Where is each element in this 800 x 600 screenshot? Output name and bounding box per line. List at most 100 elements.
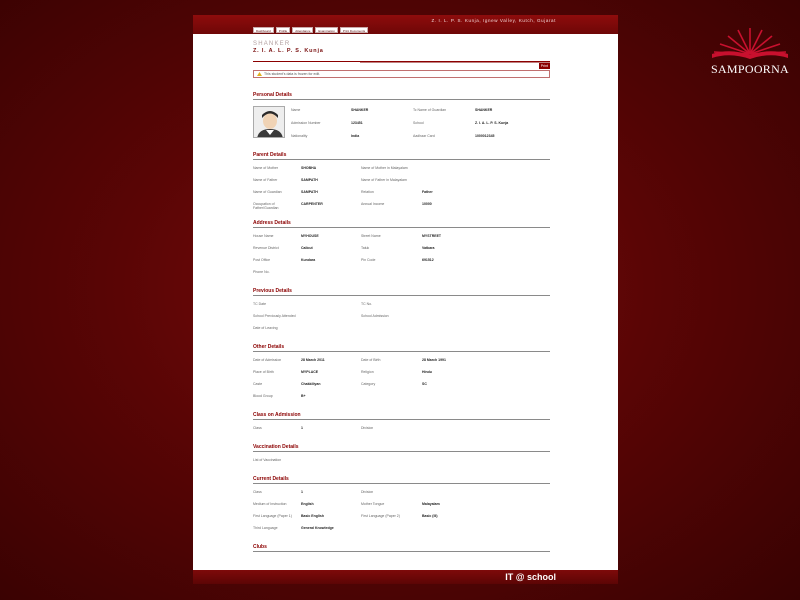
student-school-heading: Z. I. A. L. P. S. Kunja xyxy=(253,48,324,54)
field-value xyxy=(422,302,492,306)
field-label: Tc Name of Guardian xyxy=(413,108,447,112)
field-label: Occupation of Father/Guardian xyxy=(253,202,279,210)
section-title-previous: Previous Details xyxy=(253,288,550,296)
field-label: Name of Father in Malayalam xyxy=(361,178,407,182)
field-label: Caste xyxy=(253,382,263,386)
field-label: Name of Mother xyxy=(253,166,279,170)
field-label xyxy=(361,458,422,462)
footer-brand: IT @ school xyxy=(505,572,556,582)
frozen-notice: This student's data is frozen for edit. xyxy=(253,70,550,78)
field-label: Date of Admission xyxy=(253,358,282,362)
field-value: Kundara xyxy=(301,258,316,262)
field-value: 123451 xyxy=(351,121,363,125)
vaccination-grid: List of Vaccination xyxy=(253,458,550,462)
student-avatar-icon xyxy=(254,107,284,137)
field-label: Medium of Instruction xyxy=(253,502,287,506)
field-value: MYSTREET xyxy=(422,234,442,238)
field-value: 691512 xyxy=(422,258,434,262)
heading-divider: Print xyxy=(253,61,550,69)
field-value: 1 xyxy=(301,426,303,430)
field-value: MYPLACE xyxy=(301,370,319,374)
field-label: House Name xyxy=(253,234,274,238)
field-value xyxy=(422,270,492,274)
section-title-personal: Personal Details xyxy=(253,92,550,100)
nav-tabs: Dashboard Profile Attendance Examination… xyxy=(253,27,369,33)
field-value xyxy=(422,314,492,318)
field-label xyxy=(361,326,422,330)
field-value: 28 March 1991 xyxy=(422,358,446,362)
field-label: Admission Number xyxy=(291,121,321,125)
notice-text: This student's data is frozen for edit. xyxy=(264,72,321,76)
field-label: Aadhaar Card xyxy=(413,134,435,138)
field-value xyxy=(301,326,361,330)
top-bar: Z. I. L. P. S. Kunja, Ignew Valley, Kutc… xyxy=(193,15,618,34)
section-title-parent: Parent Details xyxy=(253,152,550,160)
tab-examination[interactable]: Examination xyxy=(315,27,338,33)
section-title-address: Address Details xyxy=(253,220,550,228)
field-label: Street Name xyxy=(361,234,381,238)
field-value: 1000012345 xyxy=(475,134,495,138)
field-label: Mother Tongue xyxy=(361,502,385,506)
field-value: B+ xyxy=(301,394,306,398)
field-label: Relation xyxy=(361,190,374,194)
address-grid: House Name MYHOUSE Street Name MYSTREET Reve… xyxy=(253,234,550,274)
field-value: SAMPATH xyxy=(301,178,318,182)
section-title-current: Current Details xyxy=(253,476,550,484)
field-value: General Knowledge xyxy=(301,526,334,530)
field-value xyxy=(422,426,492,430)
field-value xyxy=(422,166,492,170)
field-value: Z. I. A. L. P. S. Kunja xyxy=(475,121,509,125)
tab-profile[interactable]: Profile xyxy=(275,27,291,33)
section-title-clubs: Clubs xyxy=(253,544,550,552)
field-value: SHANKER xyxy=(475,108,493,112)
field-value: Father xyxy=(422,190,433,194)
field-label: Class xyxy=(253,490,262,494)
personal-grid: Name SHANKER Tc Name of Guardian SHANKER Adm… xyxy=(291,108,535,138)
section-title-other: Other Details xyxy=(253,344,550,352)
field-value: SC xyxy=(422,382,427,386)
field-value: MYHOUSE xyxy=(301,234,319,238)
field-label: First Language (Paper 1) xyxy=(253,514,292,518)
field-label: Blood Group xyxy=(253,394,273,398)
field-label: Name of Guardian xyxy=(253,190,282,194)
tab-print-documents[interactable]: Print Documents xyxy=(339,27,369,33)
field-label: Annual Income xyxy=(361,202,385,206)
previous-grid: TC Date TC No. School Previously Attended S… xyxy=(253,302,550,330)
section-title-class-admission: Class on Admission xyxy=(253,412,550,420)
field-label: Taluk xyxy=(361,246,370,250)
field-label: Division xyxy=(361,426,374,430)
field-label: School Admission xyxy=(361,314,389,318)
field-label: Nationality xyxy=(291,134,308,138)
field-label: Name xyxy=(291,108,301,112)
tab-dashboard[interactable]: Dashboard xyxy=(253,27,274,33)
brand-logo-text: SAMPOORNA xyxy=(710,62,790,76)
field-value: 28 March 2011 xyxy=(301,358,325,362)
footer-bar: IT @ school xyxy=(193,570,618,584)
field-label: First Language (Paper 2) xyxy=(361,514,400,518)
field-label: Place of Birth xyxy=(253,370,274,374)
field-value: SHOBHA xyxy=(301,166,317,170)
field-value xyxy=(422,326,492,330)
field-label: TC No. xyxy=(361,302,373,306)
print-button[interactable]: Print xyxy=(538,63,550,69)
field-label: Category xyxy=(361,382,376,386)
field-value: Basic (Ill) xyxy=(422,514,438,518)
student-profile-page: Z. I. L. P. S. Kunja, Ignew Valley, Kutc… xyxy=(193,15,618,584)
field-value xyxy=(422,394,492,398)
field-label: Class xyxy=(253,426,262,430)
field-value: Basic English xyxy=(301,514,324,518)
tab-attendance[interactable]: Attendance xyxy=(292,27,314,33)
field-value: 10000 xyxy=(422,202,432,206)
field-label: Pin Code xyxy=(361,258,376,262)
field-value: SHANKER xyxy=(351,108,369,112)
field-label: Date of Birth xyxy=(361,358,381,362)
class-admission-grid: Class 1 Division xyxy=(253,426,550,430)
field-label: Name of Father xyxy=(253,178,278,182)
field-value xyxy=(301,314,361,318)
parent-grid: Name of Mother SHOBHA Name of Mother in Ma… xyxy=(253,166,550,210)
field-value xyxy=(422,526,492,530)
student-name-heading: SHANKER xyxy=(253,41,291,47)
other-grid: Date of Admission 28 March 2011 Date of Bi… xyxy=(253,358,550,398)
field-value xyxy=(301,458,361,462)
field-value: SAMPATH xyxy=(301,190,318,194)
